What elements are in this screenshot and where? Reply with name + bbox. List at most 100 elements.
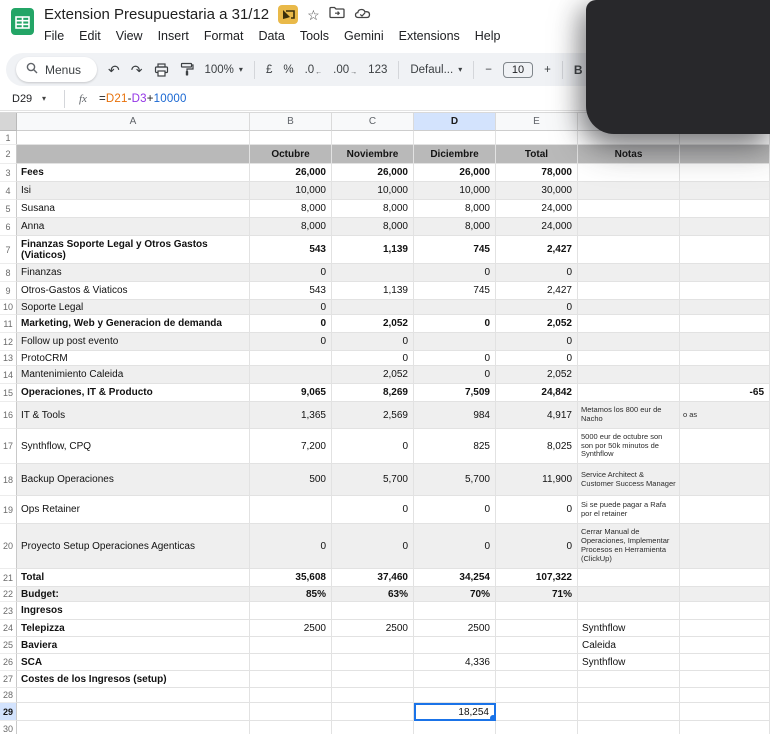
cell-E11[interactable]: 2,052 <box>496 315 578 333</box>
menu-item-edit[interactable]: Edit <box>79 29 101 43</box>
cell-C23[interactable] <box>332 602 414 620</box>
cell-A29[interactable] <box>17 703 250 721</box>
cell-F4[interactable] <box>578 182 680 200</box>
percent-format-button[interactable]: % <box>283 64 293 76</box>
cell-D22[interactable]: 70% <box>414 587 496 602</box>
cell-F16[interactable]: Metamos los 800 eur de Nacho <box>578 402 680 429</box>
cell-A6[interactable]: Anna <box>17 218 250 236</box>
cell-E30[interactable] <box>496 721 578 734</box>
cell-A20[interactable]: Proyecto Setup Operaciones Agenticas <box>17 524 250 569</box>
cell-F18[interactable]: Service Architect & Customer Success Man… <box>578 464 680 496</box>
cell-B17[interactable]: 7,200 <box>250 429 332 464</box>
cell-G17[interactable] <box>680 429 770 464</box>
cell-F28[interactable] <box>578 688 680 703</box>
cell-E9[interactable]: 2,427 <box>496 282 578 300</box>
cell-C12[interactable]: 0 <box>332 333 414 351</box>
cell-E15[interactable]: 24,842 <box>496 384 578 402</box>
row-header-29[interactable]: 29 <box>0 703 17 721</box>
cell-A7[interactable]: Finanzas Soporte Legal y Otros Gastos (V… <box>17 236 250 264</box>
cell-F15[interactable] <box>578 384 680 402</box>
cell-G12[interactable] <box>680 333 770 351</box>
cell-E27[interactable] <box>496 671 578 688</box>
cell-A22[interactable]: Budget: <box>17 587 250 602</box>
cell-F14[interactable] <box>578 366 680 384</box>
cell-E5[interactable]: 24,000 <box>496 200 578 218</box>
cell-F21[interactable] <box>578 569 680 587</box>
cell-A16[interactable]: IT & Tools <box>17 402 250 429</box>
currency-format-button[interactable]: £ <box>266 64 272 76</box>
menu-item-file[interactable]: File <box>44 29 64 43</box>
cell-C21[interactable]: 37,460 <box>332 569 414 587</box>
cell-G19[interactable] <box>680 496 770 524</box>
cell-D12[interactable] <box>414 333 496 351</box>
cell-B22[interactable]: 85% <box>250 587 332 602</box>
cell-A12[interactable]: Follow up post evento <box>17 333 250 351</box>
column-header-a[interactable]: A <box>17 113 250 131</box>
cell-B8[interactable]: 0 <box>250 264 332 282</box>
cell-E2[interactable]: Total <box>496 145 578 164</box>
cell-E12[interactable]: 0 <box>496 333 578 351</box>
cell-A3[interactable]: Fees <box>17 164 250 182</box>
cell-E10[interactable]: 0 <box>496 300 578 315</box>
cell-A17[interactable]: Synthflow, CPQ <box>17 429 250 464</box>
row-header-11[interactable]: 11 <box>0 315 17 333</box>
more-formats-button[interactable]: 123 <box>368 64 387 76</box>
cell-C22[interactable]: 63% <box>332 587 414 602</box>
cell-C19[interactable]: 0 <box>332 496 414 524</box>
cell-D19[interactable]: 0 <box>414 496 496 524</box>
cell-B4[interactable]: 10,000 <box>250 182 332 200</box>
cell-C17[interactable]: 0 <box>332 429 414 464</box>
row-header-1[interactable]: 1 <box>0 131 17 145</box>
cell-G6[interactable] <box>680 218 770 236</box>
cell-E24[interactable] <box>496 620 578 637</box>
cell-C15[interactable]: 8,269 <box>332 384 414 402</box>
cell-E13[interactable]: 0 <box>496 351 578 366</box>
cell-C2[interactable]: Noviembre <box>332 145 414 164</box>
cell-C11[interactable]: 2,052 <box>332 315 414 333</box>
cell-A23[interactable]: Ingresos <box>17 602 250 620</box>
undo-button[interactable]: ↶ <box>108 63 120 77</box>
cell-B19[interactable] <box>250 496 332 524</box>
cell-E18[interactable]: 11,900 <box>496 464 578 496</box>
row-header-10[interactable]: 10 <box>0 300 17 315</box>
move-folder-icon[interactable] <box>329 6 345 24</box>
cell-D11[interactable]: 0 <box>414 315 496 333</box>
cell-A24[interactable]: Telepizza <box>17 620 250 637</box>
cell-A26[interactable]: SCA <box>17 654 250 671</box>
cell-B16[interactable]: 1,365 <box>250 402 332 429</box>
cell-E4[interactable]: 30,000 <box>496 182 578 200</box>
cell-B14[interactable] <box>250 366 332 384</box>
cell-F17[interactable]: 5000 eur de octubre son son por 50k minu… <box>578 429 680 464</box>
cell-E8[interactable]: 0 <box>496 264 578 282</box>
row-header-20[interactable]: 20 <box>0 524 17 569</box>
cell-E22[interactable]: 71% <box>496 587 578 602</box>
cell-E1[interactable] <box>496 131 578 145</box>
cell-C13[interactable]: 0 <box>332 351 414 366</box>
cell-E14[interactable]: 2,052 <box>496 366 578 384</box>
cell-C26[interactable] <box>332 654 414 671</box>
row-header-16[interactable]: 16 <box>0 402 17 429</box>
cell-D13[interactable]: 0 <box>414 351 496 366</box>
cell-G5[interactable] <box>680 200 770 218</box>
cell-D29[interactable]: 18,254 <box>414 703 496 721</box>
redo-button[interactable]: ↷ <box>131 63 143 77</box>
cell-C8[interactable] <box>332 264 414 282</box>
cell-D10[interactable] <box>414 300 496 315</box>
cell-E17[interactable]: 8,025 <box>496 429 578 464</box>
cell-C29[interactable] <box>332 703 414 721</box>
cell-F11[interactable] <box>578 315 680 333</box>
row-header-9[interactable]: 9 <box>0 282 17 300</box>
cell-G7[interactable] <box>680 236 770 264</box>
cell-G27[interactable] <box>680 671 770 688</box>
cell-D28[interactable] <box>414 688 496 703</box>
cell-B2[interactable]: Octubre <box>250 145 332 164</box>
cell-A8[interactable]: Finanzas <box>17 264 250 282</box>
cell-D9[interactable]: 745 <box>414 282 496 300</box>
cell-G16[interactable]: o as <box>680 402 770 429</box>
cell-B20[interactable]: 0 <box>250 524 332 569</box>
cell-B5[interactable]: 8,000 <box>250 200 332 218</box>
row-header-18[interactable]: 18 <box>0 464 17 496</box>
menu-item-help[interactable]: Help <box>475 29 501 43</box>
cell-C6[interactable]: 8,000 <box>332 218 414 236</box>
cell-F6[interactable] <box>578 218 680 236</box>
